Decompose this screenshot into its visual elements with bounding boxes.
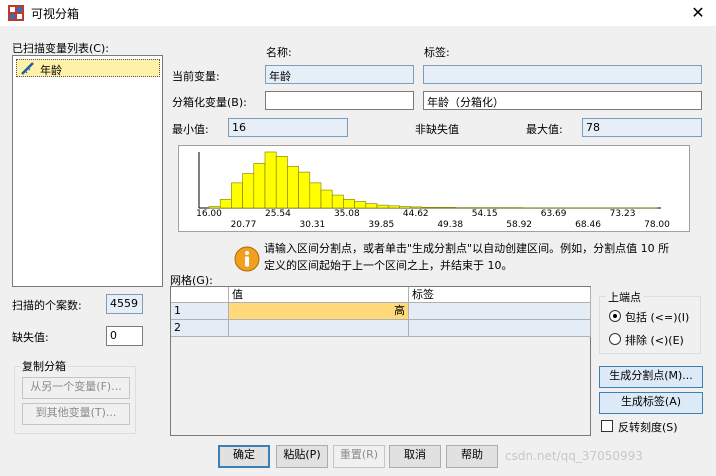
histogram-bar: [387, 205, 400, 209]
histogram-bar: [219, 199, 232, 209]
grid-cell-value[interactable]: [229, 320, 409, 337]
min-value: 16: [228, 118, 348, 137]
help-button[interactable]: 帮助: [446, 445, 498, 468]
current-variable-label: 当前变量:: [172, 70, 220, 83]
histogram-bar: [421, 206, 434, 209]
histogram-tick-label: 39.85: [368, 220, 395, 230]
window-title: 可视分箱: [31, 7, 80, 21]
grid-cell-label[interactable]: [409, 320, 591, 337]
ruler-icon: [21, 62, 34, 75]
histogram-tick-label: 49.38: [437, 220, 464, 230]
title-bar: 可视分箱 ✕: [0, 0, 716, 26]
histogram-bar: [264, 151, 277, 209]
visual-binning-dialog: 可视分箱 ✕ 已扫描变量列表(C): 年龄 扫描的个案数: 4559 缺失值: …: [0, 0, 716, 476]
grid-cell-label[interactable]: [409, 303, 591, 320]
histogram-bar: [399, 206, 411, 209]
histogram-bar: [320, 189, 333, 209]
histogram-bar: [208, 206, 221, 209]
missing-field: 0: [106, 326, 143, 346]
exclude-radio-label[interactable]: 排除 (<)(E): [625, 332, 684, 348]
copy-bins-group-label: 复制分箱: [20, 358, 68, 374]
reset-button[interactable]: 重置(R): [333, 445, 385, 468]
min-label: 最小值:: [172, 123, 209, 136]
histogram-tick-label: 54.15: [471, 209, 498, 219]
histogram-tick-label: 16.00: [196, 209, 222, 219]
histogram-bar: [331, 194, 344, 209]
reverse-scale-label[interactable]: 反转刻度(S): [618, 419, 678, 435]
make-cutpoints-button[interactable]: 生成分割点(M)...: [599, 366, 703, 388]
histogram-bar: [432, 206, 445, 209]
histogram-bar: [309, 182, 322, 209]
app-icon: [8, 5, 24, 21]
histogram-tick-label: 30.31: [299, 220, 326, 230]
histogram-tick-label: 63.69: [540, 209, 567, 219]
max-label: 最大值:: [526, 123, 563, 136]
include-radio-label[interactable]: 包括 (<=)(I): [625, 309, 689, 325]
variable-name: 年龄: [40, 64, 62, 77]
current-variable-label-field: [423, 65, 702, 84]
nonmissing-label: 非缺失值: [415, 123, 459, 136]
grid-header-label: 标签: [409, 287, 591, 303]
histogram-bar: [443, 206, 456, 209]
histogram-bar: [275, 156, 288, 209]
histogram-bar: [287, 166, 299, 209]
histogram-tick-label: 25.54: [265, 209, 291, 219]
close-icon[interactable]: ✕: [686, 2, 710, 24]
copy-from-variable-button[interactable]: 从另一个变量(F)...: [22, 377, 130, 399]
info-line-1: 请输入区间分割点，或者单击"生成分割点"以自动创建区间。例如，分割点值 10 所: [264, 242, 670, 255]
exclude-radio[interactable]: [609, 333, 621, 345]
max-value: 78: [582, 118, 702, 137]
histogram-tick-label: 73.23: [609, 209, 636, 219]
case-count-field: 4559: [106, 294, 143, 314]
upper-endpoint-label: 上端点: [606, 289, 643, 305]
histogram-bar: [242, 173, 255, 209]
histogram-bar: [253, 163, 266, 209]
name-header: 名称:: [266, 46, 292, 59]
grid-header-value: 值: [229, 287, 409, 303]
include-radio[interactable]: [609, 310, 621, 322]
histogram-bar: [410, 206, 423, 209]
label-header: 标签:: [424, 46, 450, 59]
make-labels-button[interactable]: 生成标签(A): [599, 392, 703, 414]
scanned-variable-list[interactable]: 年龄: [12, 55, 163, 287]
watermark: csdn.net/qq_37050993: [505, 449, 643, 463]
histogram-bar: [298, 171, 311, 209]
histogram-bar: [343, 199, 355, 209]
info-line-2: 定义的区间起始于上一个区间之上，并结束于 10。: [264, 259, 513, 272]
cutpoint-grid[interactable]: 值 标签 1 高 2: [170, 286, 591, 436]
missing-label: 缺失值:: [12, 331, 49, 344]
ok-button[interactable]: 确定: [218, 445, 270, 468]
copy-to-variables-button[interactable]: 到其他变量(T)...: [22, 403, 130, 425]
histogram-tick-label: 35.08: [333, 209, 360, 219]
info-icon: [234, 246, 260, 272]
case-count-label: 扫描的个案数:: [12, 299, 82, 312]
histogram: 16.00 25.54 35.08 44.62 54.15 63.69 73.23 20.77…: [178, 145, 690, 232]
histogram-bar: [376, 204, 389, 209]
scanned-list-label: 已扫描变量列表(C):: [12, 42, 109, 55]
paste-button[interactable]: 粘贴(P): [276, 445, 328, 468]
current-variable-name: 年龄: [265, 65, 414, 84]
grid-row-number[interactable]: 2: [171, 320, 229, 337]
histogram-tick-label: 20.77: [230, 220, 257, 230]
histogram-tick-label: 78.00: [644, 220, 670, 230]
grid-cell-value[interactable]: 高: [229, 303, 409, 320]
reverse-scale-checkbox[interactable]: [601, 420, 613, 432]
grid-row-number[interactable]: 1: [171, 303, 229, 320]
cancel-button[interactable]: 取消: [389, 445, 441, 468]
histogram-bar: [365, 203, 378, 209]
histogram-tick-label: 44.62: [402, 209, 429, 219]
histogram-bar: [231, 182, 243, 209]
binned-variable-label: 分箱化变量(B):: [172, 96, 247, 109]
binned-variable-name-input[interactable]: [265, 91, 414, 110]
grid-corner: [171, 287, 229, 303]
histogram-tick-label: 58.92: [506, 220, 533, 230]
histogram-bar: [354, 201, 367, 209]
binned-variable-label-input[interactable]: 年龄（分箱化）: [423, 91, 702, 110]
list-item[interactable]: 年龄: [16, 59, 160, 77]
histogram-tick-label: 68.46: [575, 220, 601, 230]
